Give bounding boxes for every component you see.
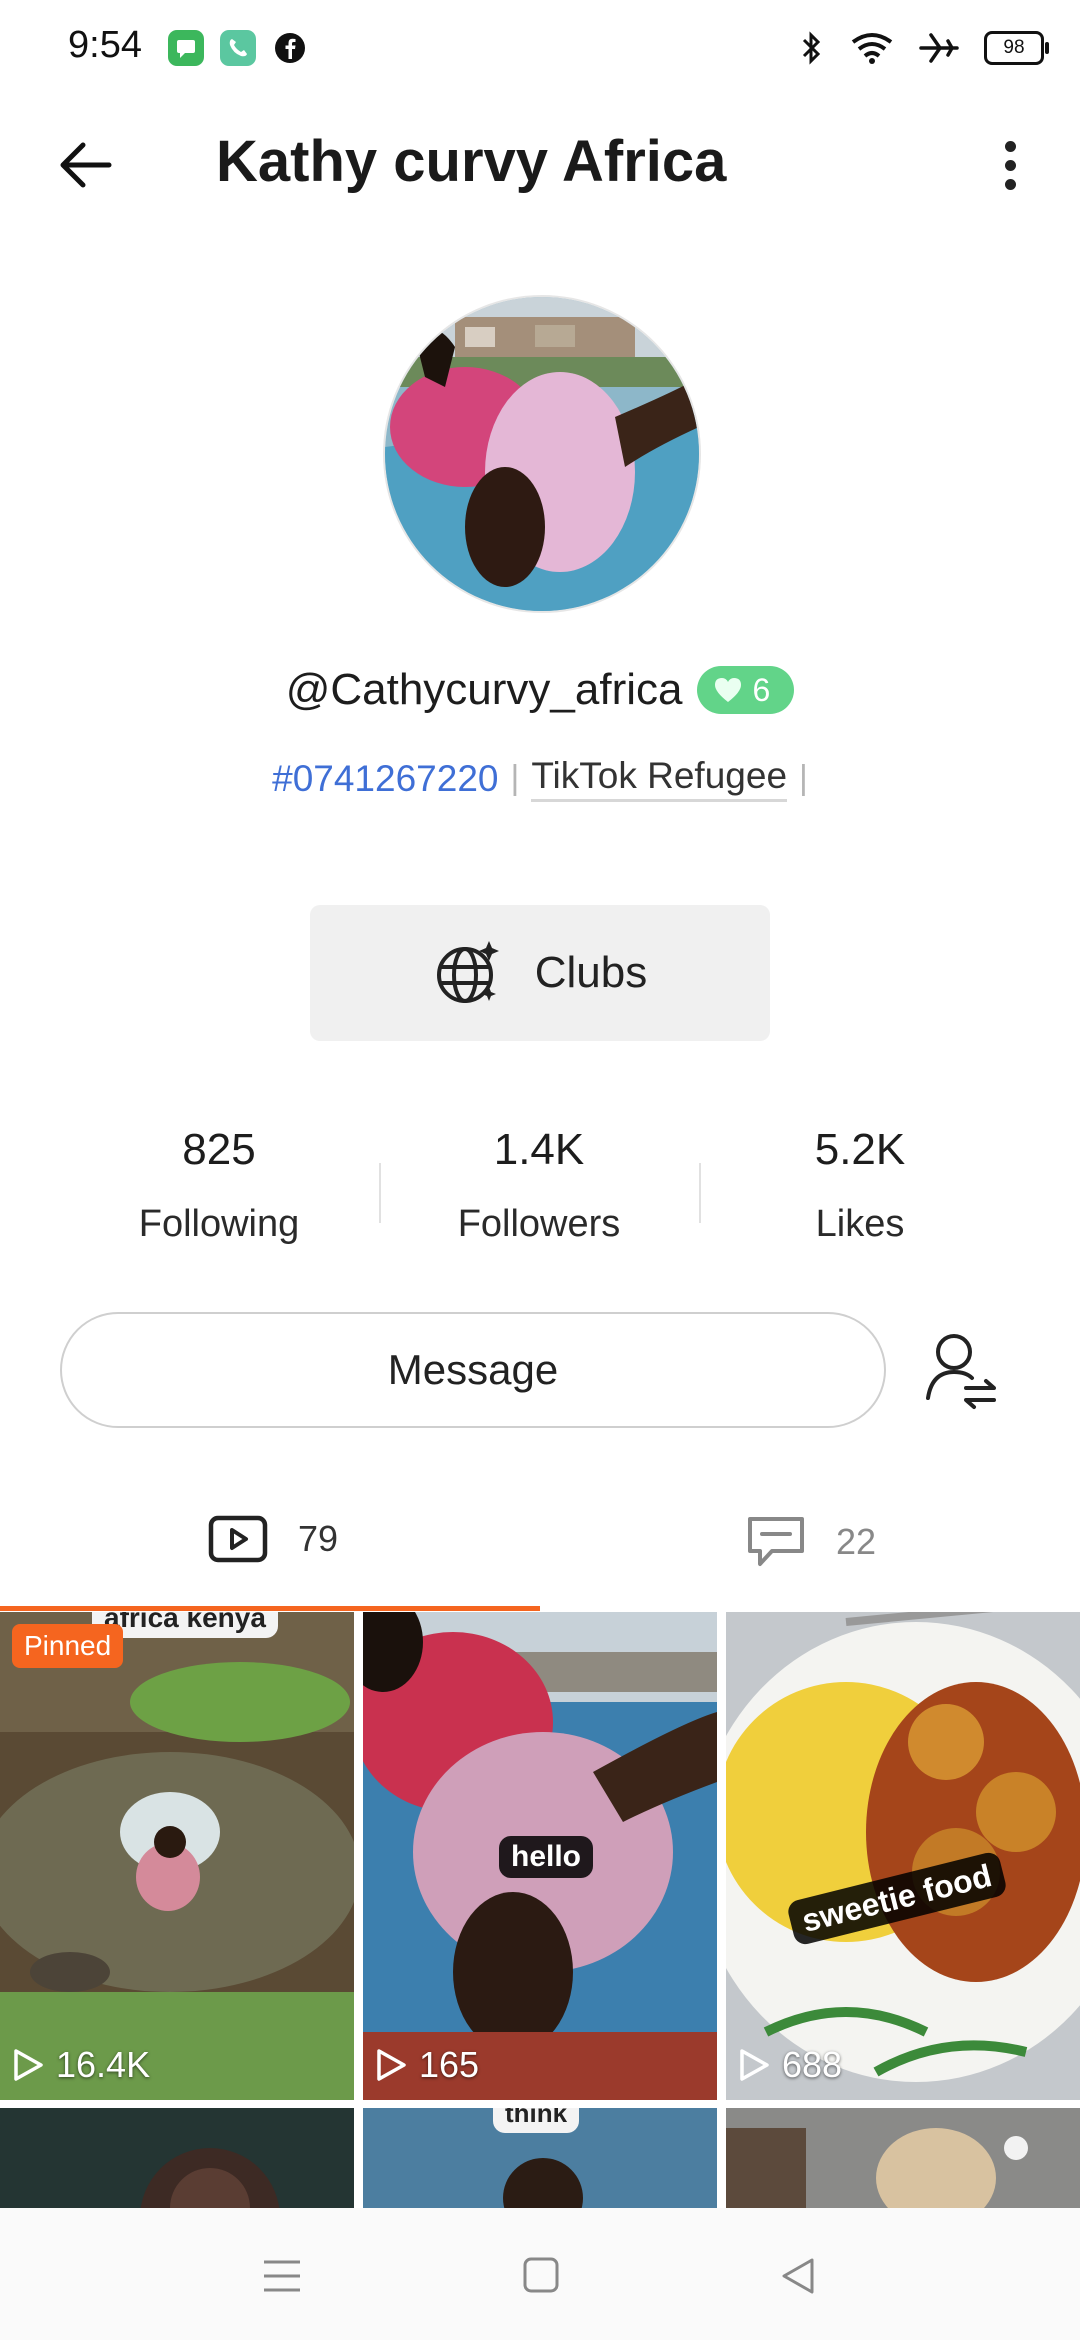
video-views: 16.4K (12, 2044, 150, 2086)
status-bar: 9:54 98 (0, 0, 1080, 95)
message-button[interactable]: Message (60, 1312, 886, 1428)
back-button[interactable] (50, 130, 120, 200)
video-views: 165 (375, 2044, 479, 2086)
videos-count: 79 (298, 1518, 339, 1559)
dot (1004, 159, 1016, 171)
likes-count: 5.2K (814, 1125, 906, 1174)
active-tab-indicator (0, 1606, 540, 1611)
bluetooth-icon (802, 31, 821, 65)
page-title: Kathy curvy Africa (216, 129, 727, 194)
following-label: Following (138, 1203, 300, 1245)
comments-count: 22 (836, 1521, 877, 1562)
heart-icon (714, 678, 741, 702)
stat-likes[interactable]: 5.2K Likes (720, 1125, 1000, 1246)
video-tile[interactable]: sweetie food 688 (726, 1612, 1080, 2100)
stat-divider (699, 1163, 701, 1223)
bio-tag[interactable]: TikTok Refugee (531, 755, 788, 802)
status-time: 9:54 (68, 24, 142, 66)
views-count: 165 (419, 2044, 480, 2085)
bio-separator-end: | (799, 759, 808, 797)
followers-count: 1.4K (493, 1125, 585, 1174)
dot (1004, 178, 1016, 190)
video-tile[interactable] (726, 2108, 1080, 2208)
profile-avatar[interactable] (383, 295, 701, 613)
video-caption: think (493, 2108, 580, 2133)
play-icon (377, 2049, 406, 2081)
views-count: 688 (782, 2044, 843, 2085)
user-swap-icon (926, 1334, 996, 1409)
following-count: 825 (182, 1125, 256, 1174)
tab-videos[interactable]: 79 (208, 1515, 338, 1563)
messages-notification-icon (168, 30, 204, 66)
video-views: 688 (738, 2044, 842, 2086)
bio: #0741267220 | TikTok Refugee | (0, 755, 1080, 802)
tab-comments[interactable]: 22 (746, 1515, 876, 1569)
likes-label: Likes (815, 1203, 905, 1245)
stat-following[interactable]: 825 Following (79, 1125, 359, 1246)
follow-options-button[interactable] (924, 1328, 1000, 1412)
system-nav-bar (0, 2208, 1080, 2340)
battery-indicator: 98 (984, 31, 1049, 65)
fan-badge[interactable]: 6 (696, 666, 795, 714)
wifi-icon (851, 33, 893, 64)
clubs-label: Clubs (534, 948, 648, 997)
arrow-left-icon (60, 142, 112, 188)
pinned-badge: Pinned (12, 1624, 124, 1668)
views-count: 16.4K (56, 2044, 151, 2085)
play-icon (740, 2049, 769, 2081)
followers-label: Followers (457, 1203, 621, 1245)
video-caption: hello (499, 1836, 594, 1878)
comment-icon (748, 1517, 804, 1566)
bio-phone-link[interactable]: #0741267220 (272, 758, 498, 800)
more-options-button[interactable] (990, 130, 1030, 200)
video-tile[interactable] (0, 2108, 354, 2208)
video-tile[interactable]: africa kenya Pinned 16.4K (0, 1612, 354, 2100)
menu-nav-icon[interactable] (262, 2258, 302, 2294)
globe-sparkle-icon (436, 941, 499, 1003)
stat-divider (379, 1163, 381, 1223)
badge-count: 6 (752, 671, 771, 708)
bio-separator: | (510, 759, 520, 797)
home-nav-icon[interactable] (522, 2256, 560, 2294)
facebook-notification-icon (272, 30, 308, 66)
clubs-button[interactable]: Clubs (310, 905, 770, 1041)
back-nav-icon[interactable] (780, 2256, 816, 2296)
handle-row: @Cathycurvy_africa 6 (0, 665, 1080, 715)
username-handle: @Cathycurvy_africa (285, 665, 683, 714)
video-tile[interactable]: hello 165 (363, 1612, 717, 2100)
status-icons: 98 (798, 28, 1049, 68)
video-tile[interactable]: think (363, 2108, 717, 2208)
phone-notification-icon (220, 30, 256, 66)
play-icon (14, 2049, 43, 2081)
dot (1004, 140, 1016, 152)
video-icon (208, 1515, 268, 1563)
stat-followers[interactable]: 1.4K Followers (399, 1125, 679, 1246)
battery-level: 98 (1003, 37, 1025, 58)
airplane-mode-icon (919, 33, 959, 63)
